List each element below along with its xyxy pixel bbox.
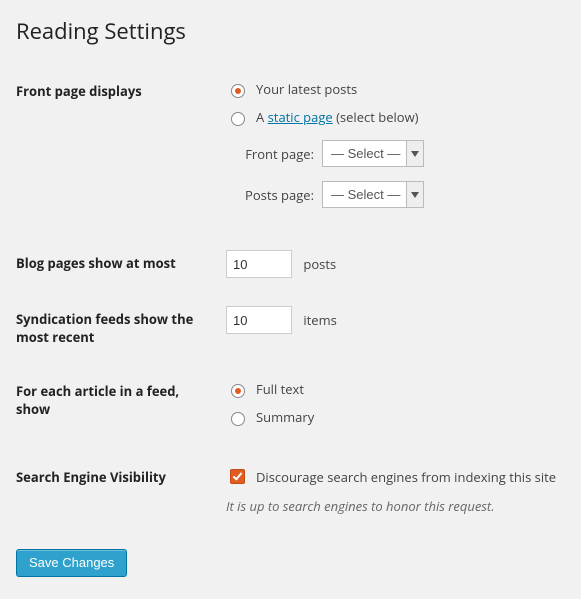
feed-summary-label: Summary	[256, 408, 314, 426]
article-feed-heading: For each article in a feed, show	[16, 364, 226, 450]
front-page-select[interactable]: — Select —	[322, 140, 424, 167]
front-page-latest-label: Your latest posts	[256, 80, 357, 98]
blog-pages-suffix: posts	[303, 255, 336, 273]
feed-summary-radio[interactable]	[231, 412, 245, 426]
visibility-note: It is up to search engines to honor this…	[226, 497, 565, 515]
page-title: Reading Settings	[16, 16, 565, 46]
feeds-suffix: items	[303, 311, 336, 329]
visibility-label: Discourage search engines from indexing …	[256, 468, 556, 486]
blog-pages-input[interactable]	[226, 250, 292, 278]
posts-page-select[interactable]: — Select —	[322, 181, 424, 208]
static-suffix: (select below)	[333, 108, 419, 126]
front-page-heading: Front page displays	[16, 64, 226, 236]
blog-pages-heading: Blog pages show at most	[16, 236, 226, 292]
front-page-radio-latest[interactable]	[231, 84, 245, 98]
front-page-radio-static[interactable]	[231, 112, 245, 126]
posts-page-select-label: Posts page:	[226, 186, 314, 204]
feeds-input[interactable]	[226, 306, 292, 334]
feed-full-radio[interactable]	[231, 384, 245, 398]
front-page-static-label: A static page (select below)	[256, 108, 419, 126]
save-changes-button[interactable]: Save Changes	[16, 549, 127, 577]
static-prefix: A	[256, 108, 268, 126]
feed-full-label: Full text	[256, 380, 304, 398]
static-page-link[interactable]: static page	[268, 108, 333, 126]
visibility-checkbox[interactable]	[230, 469, 245, 484]
visibility-heading: Search Engine Visibility	[16, 450, 226, 529]
front-page-select-label: Front page:	[226, 145, 314, 163]
feeds-heading: Syndication feeds show the most recent	[16, 292, 226, 364]
